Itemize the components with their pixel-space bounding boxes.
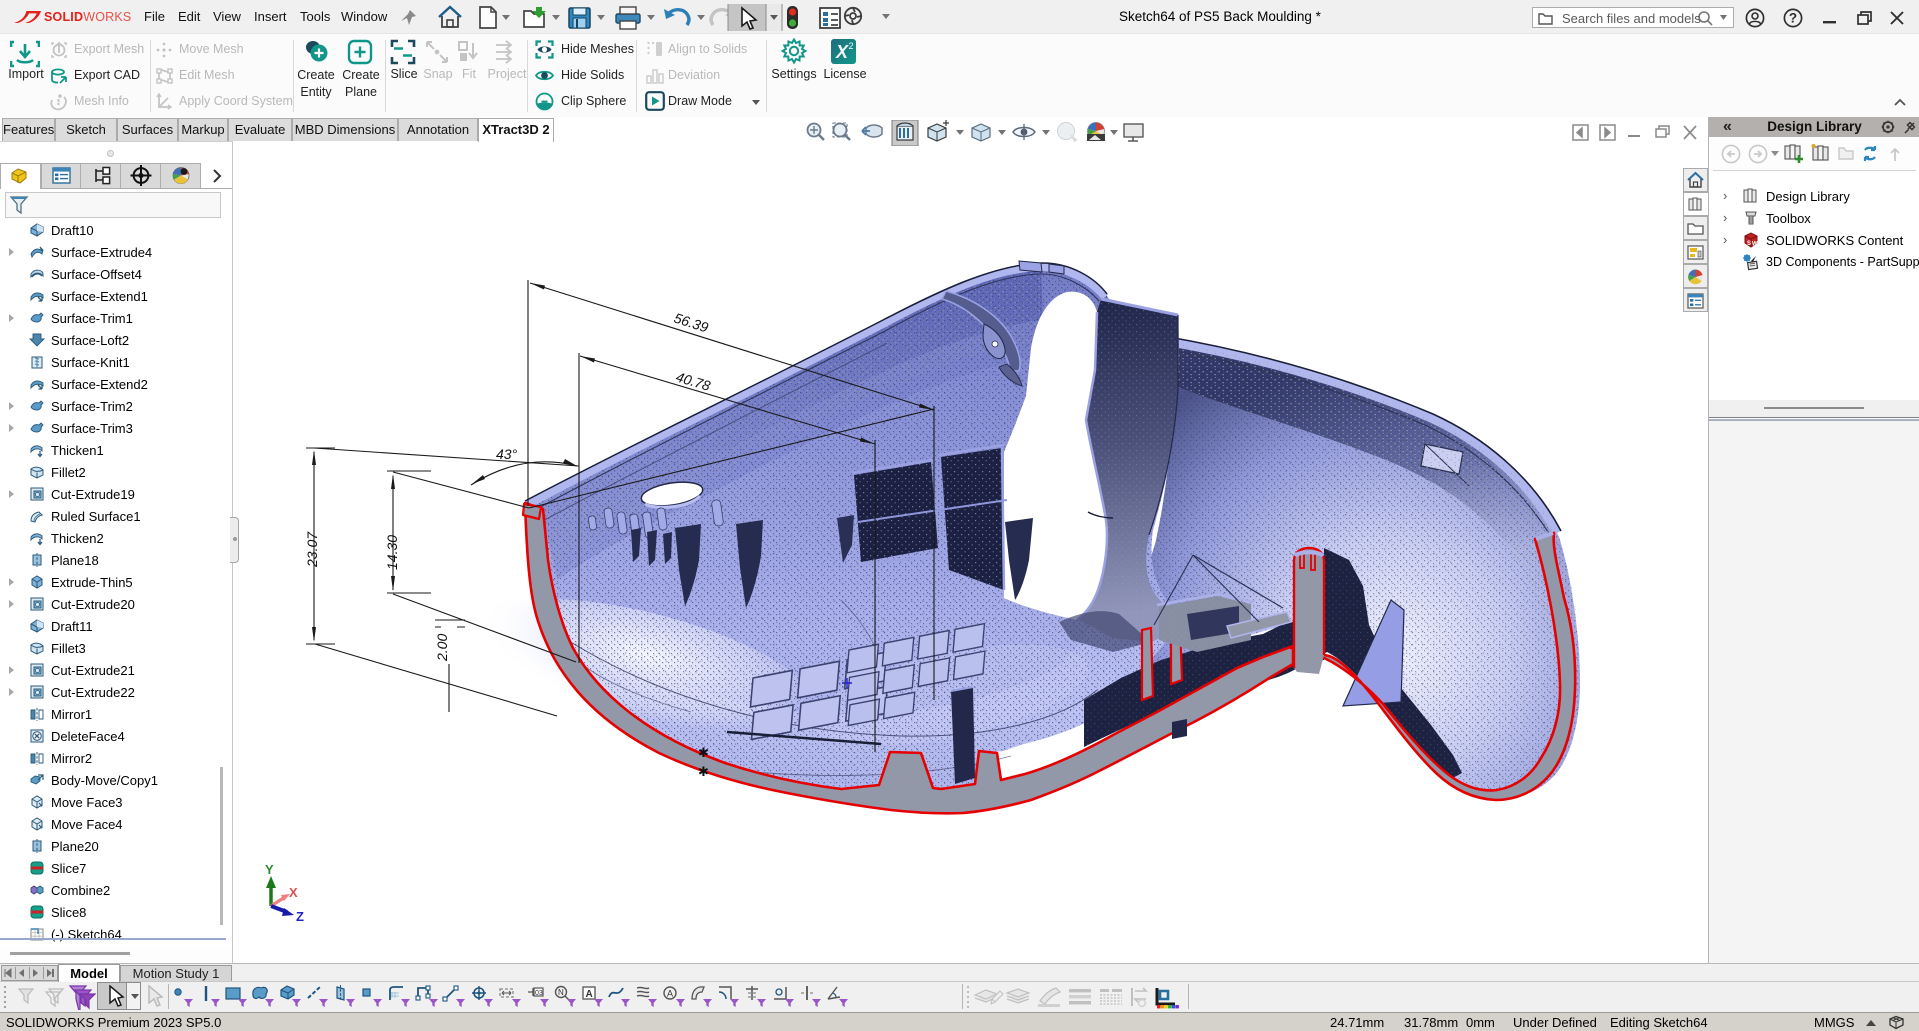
svg-text:03: 03 bbox=[535, 990, 543, 997]
svg-text:23.07: 23.07 bbox=[304, 531, 320, 568]
svg-text:A: A bbox=[586, 989, 593, 1000]
svg-text:Y: Y bbox=[265, 862, 274, 877]
svg-text:2.00: 2.00 bbox=[434, 634, 450, 662]
svg-text:A: A bbox=[667, 989, 673, 999]
svg-text:S: S bbox=[1747, 241, 1751, 247]
svg-text:?: ? bbox=[1789, 11, 1797, 26]
svg-text:56.39: 56.39 bbox=[672, 310, 710, 336]
svg-text:14.30: 14.30 bbox=[384, 535, 400, 570]
svg-text:X: X bbox=[289, 885, 298, 900]
svg-text:N: N bbox=[558, 988, 564, 997]
svg-text:X: X bbox=[835, 42, 849, 62]
svg-text:✱: ✱ bbox=[698, 745, 709, 760]
svg-text:✱: ✱ bbox=[698, 764, 709, 779]
svg-text:2: 2 bbox=[848, 41, 853, 51]
svg-text:43°: 43° bbox=[496, 446, 518, 462]
svg-text:W: W bbox=[1752, 242, 1758, 248]
svg-text:Z: Z bbox=[296, 909, 304, 924]
